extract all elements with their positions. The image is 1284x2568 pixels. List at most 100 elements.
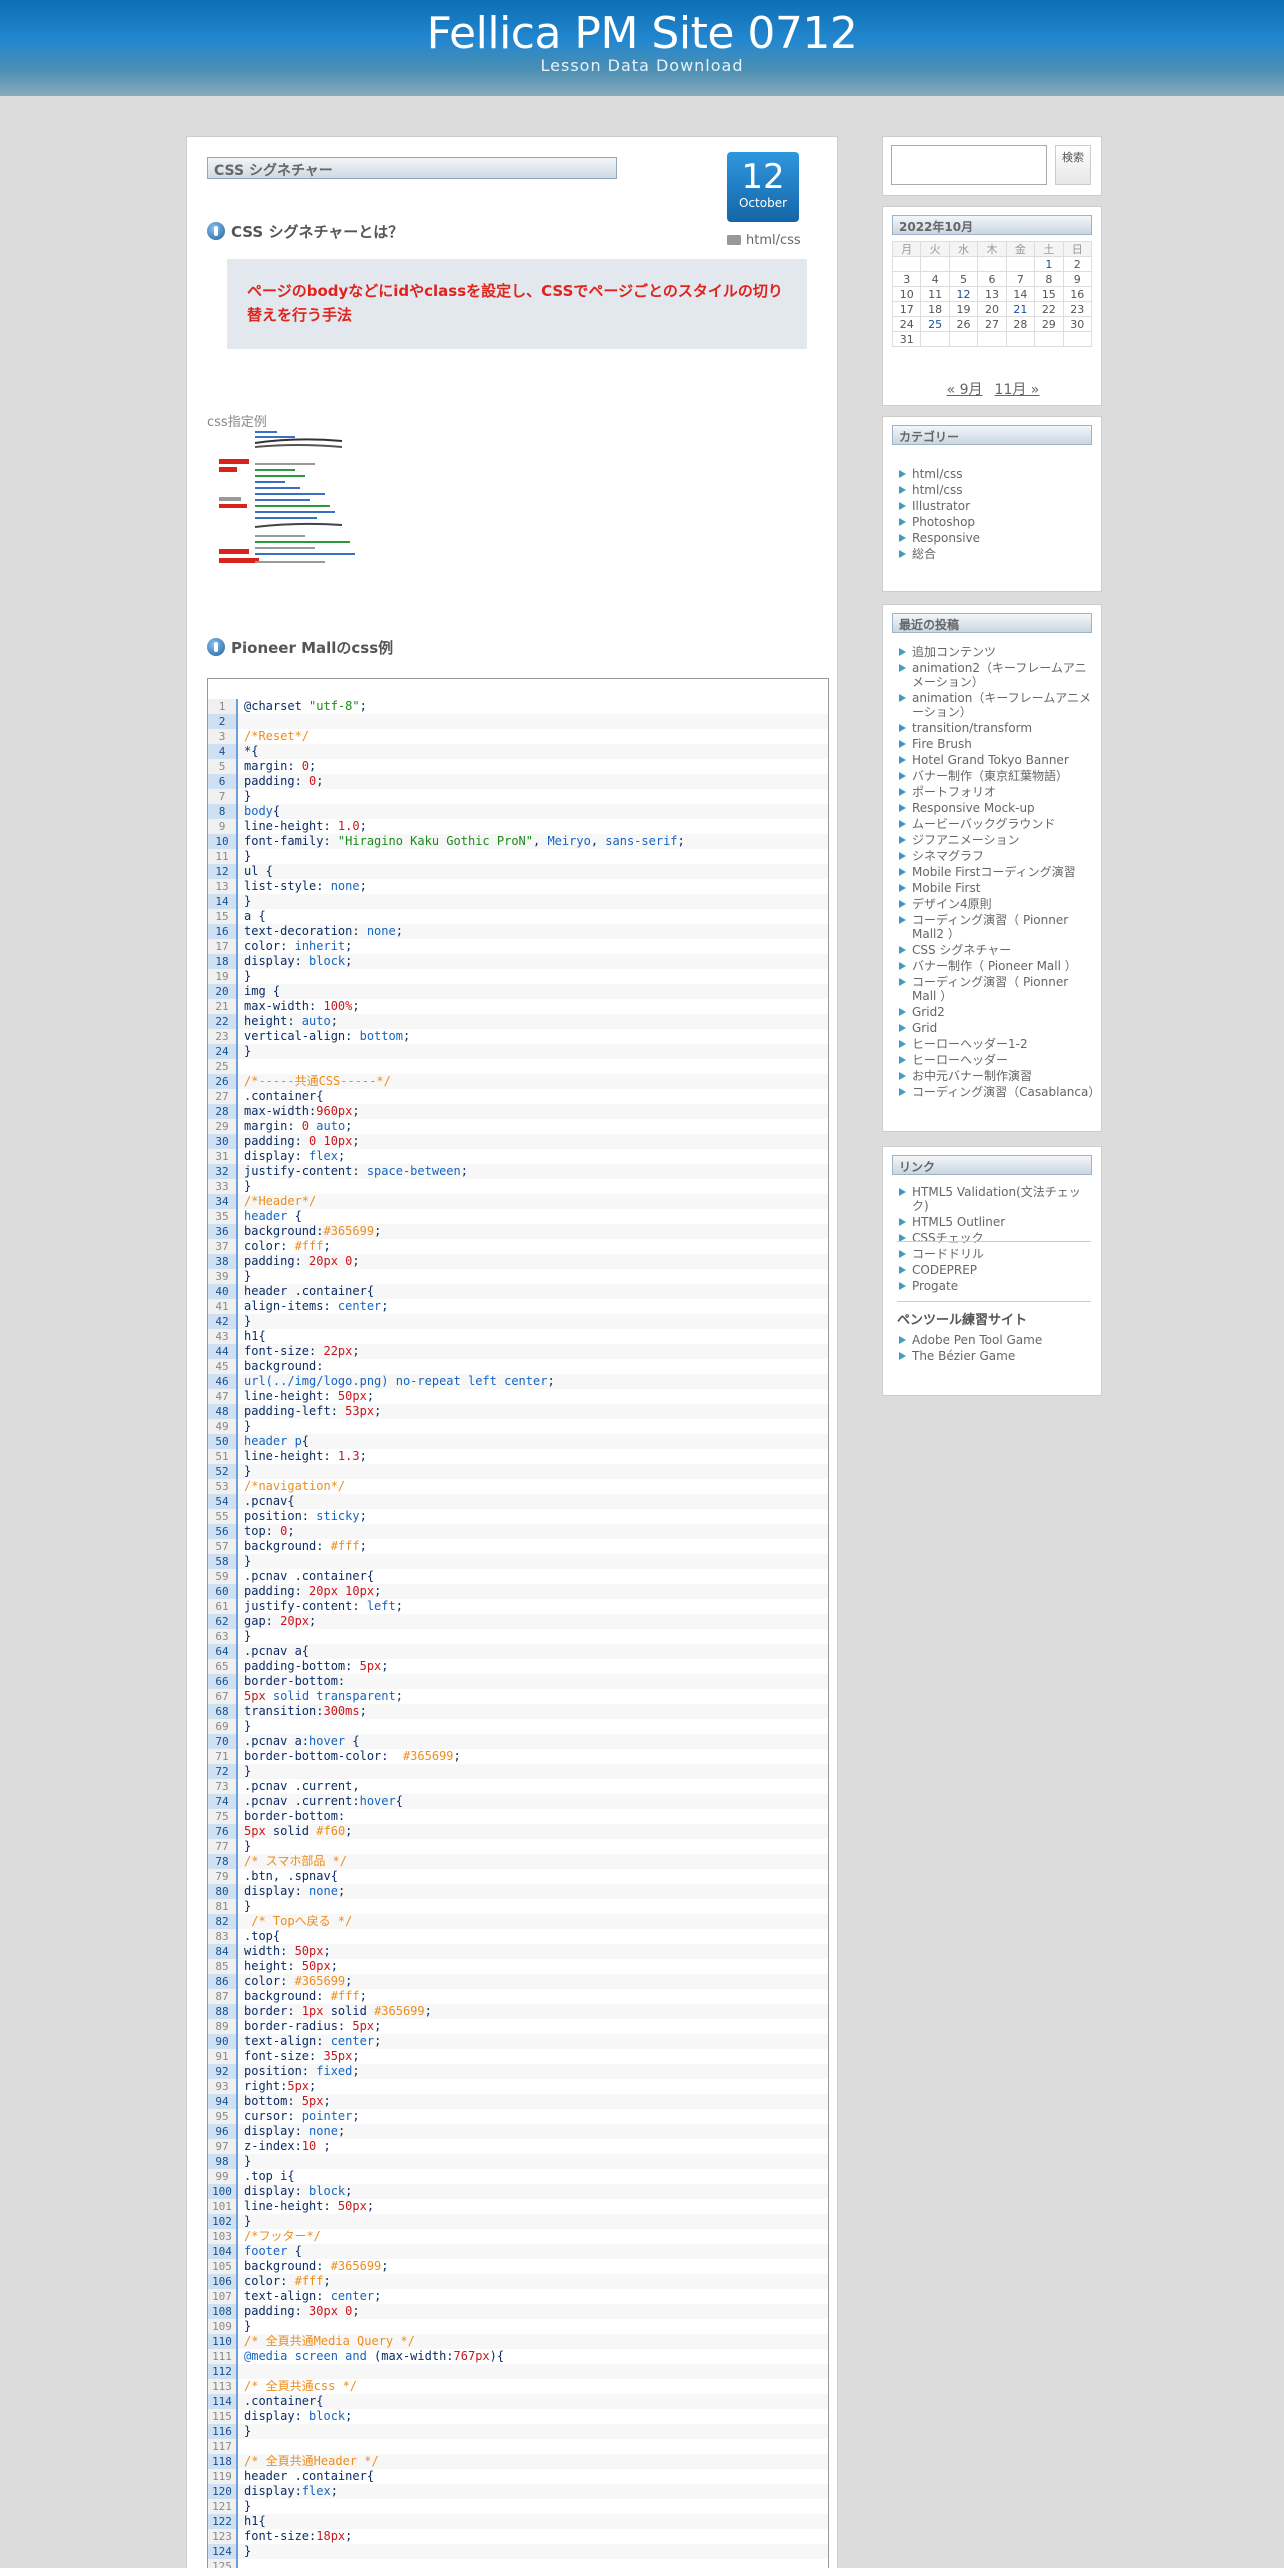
code-token: } xyxy=(244,1464,252,1478)
external-link[interactable]: CODEPREP xyxy=(899,1263,1095,1277)
code-line: display:flex; xyxy=(238,2484,828,2499)
recent-post-link[interactable]: ポートフォリオ xyxy=(899,785,1095,799)
recent-post-link[interactable]: Grid2 xyxy=(899,1005,1095,1019)
code-line: footer { xyxy=(238,2244,828,2259)
external-link[interactable]: コードドリル xyxy=(899,1247,1095,1261)
external-link[interactable]: Adobe Pen Tool Game xyxy=(899,1333,1095,1347)
code-block[interactable]: 1 2 3 4 5 6 7 8 9 10 11 12 13 14 15 16 17 18 19 20 21 22 23 24 2… xyxy=(207,678,829,2568)
line-number: 108 xyxy=(208,2304,238,2319)
category-link[interactable]: 総合 xyxy=(899,547,1095,561)
recent-posts-widget: 最近の投稿 追加コンテンツ animation2（キーフレームアニメーション） an… xyxy=(882,604,1102,1132)
calendar-day[interactable]: 1 xyxy=(1034,256,1064,272)
recent-post-link[interactable]: Fire Brush xyxy=(899,737,1095,751)
line-number: 16 xyxy=(208,924,238,939)
calendar-table: 月火水木金土日 1 2 3 4 5 6 7 8 9 10 11 12 13 14 15 16 17 18 19 20 2… xyxy=(891,241,1093,347)
calendar-day[interactable]: 21 xyxy=(1005,301,1036,317)
recent-post-link[interactable]: コーディング演習（Casablanca） xyxy=(899,1085,1100,1099)
post-category-link[interactable]: html/css xyxy=(727,233,801,248)
recent-post-link[interactable]: Hotel Grand Tokyo Banner xyxy=(899,753,1095,767)
code-token: height: xyxy=(244,1959,302,1973)
code-token: background: xyxy=(244,2259,331,2273)
line-number: 57 xyxy=(208,1539,238,1554)
code-token: } xyxy=(244,2154,252,2168)
line-number: 113 xyxy=(208,2379,238,2394)
code-token: bottom: xyxy=(244,2094,302,2108)
recent-post-link[interactable]: デザイン4原則 xyxy=(899,897,1095,911)
code-token: .container{ xyxy=(244,2394,324,2408)
code-token: pointer xyxy=(301,2109,353,2123)
code-line: h1{ xyxy=(238,1329,828,1344)
recent-post-link[interactable]: ヒーローヘッダー xyxy=(899,1053,1095,1067)
code-token: color: xyxy=(244,2274,295,2288)
code-line: position: sticky; xyxy=(238,1509,828,1524)
recent-post-link[interactable]: animation（キーフレームアニメーション） xyxy=(899,691,1095,719)
code-line: text-align: center; xyxy=(238,2034,828,2049)
external-link[interactable]: Progate xyxy=(899,1279,1095,1293)
calendar-day[interactable]: 25 xyxy=(920,316,950,332)
recent-post-link[interactable]: お中元バナー制作演習 xyxy=(899,1069,1095,1083)
category-link[interactable]: Responsive xyxy=(899,531,1095,545)
recent-post-link[interactable]: コーディング演習（ Pionner Mall2 ） xyxy=(899,913,1095,941)
external-link[interactable]: The Bézier Game xyxy=(899,1349,1095,1363)
recent-post-link[interactable]: transition/transform xyxy=(899,721,1095,735)
recent-post-link[interactable]: CSS シグネチャー xyxy=(899,943,1095,957)
recent-post-link[interactable]: Mobile Firstコーディング演習 xyxy=(899,865,1095,879)
recent-post-link[interactable]: シネマグラフ xyxy=(899,849,1095,863)
code-token: font-family: xyxy=(244,834,338,848)
recent-post-link[interactable]: ジフアニメーション xyxy=(899,833,1095,847)
code-token: ; xyxy=(381,1299,389,1313)
recent-post-link[interactable]: animation2（キーフレームアニメーション） xyxy=(899,661,1095,689)
recent-post-link[interactable]: ムービーバックグラウンド xyxy=(899,817,1095,831)
category-link[interactable]: Illustrator xyxy=(899,499,1095,513)
category-link[interactable]: html/css xyxy=(899,483,1095,497)
code-line: color: #fff; xyxy=(238,2274,828,2289)
calendar-empty xyxy=(891,256,922,272)
search-button[interactable]: 検索 xyxy=(1055,145,1091,185)
code-line: color: #fff; xyxy=(238,1239,828,1254)
code-token: ; xyxy=(359,699,367,713)
code-token: 50px xyxy=(337,1389,367,1403)
code-token: ; xyxy=(352,2109,360,2123)
code-token: .pcnav .container{ xyxy=(244,1569,375,1583)
recent-post-link[interactable]: ヒーローヘッダー1-2 xyxy=(899,1037,1095,1051)
recent-post-link[interactable]: 追加コンテンツ xyxy=(899,645,1095,659)
code-line: line-height: 1.0; xyxy=(238,819,828,834)
calendar-prev-link[interactable]: « 9月 xyxy=(947,382,983,398)
code-token: flex xyxy=(309,1149,338,1163)
recent-post-link[interactable]: Grid xyxy=(899,1021,1095,1035)
code-line: max-width: 100%; xyxy=(238,999,828,1014)
code-line: color: inherit; xyxy=(238,939,828,954)
code-token: ; xyxy=(345,1974,353,1988)
external-link[interactable]: CSSチェック xyxy=(899,1231,1095,1245)
recent-post-link[interactable]: Mobile First xyxy=(899,881,1095,895)
code-token: ){ xyxy=(489,2349,505,2363)
links-list-1: HTML5 Validation(文法チェック) HTML5 Outliner CS… xyxy=(899,1185,1095,1247)
recent-post-link[interactable]: コーディング演習（ Pionner Mall ） xyxy=(899,975,1095,1003)
category-link[interactable]: html/css xyxy=(899,467,1095,481)
code-token: ; xyxy=(309,759,317,773)
code-line: } xyxy=(238,1044,828,1059)
category-link[interactable]: Photoshop xyxy=(899,515,1095,529)
code-line: border: 1px solid #365699; xyxy=(238,2004,828,2019)
code-token: ; xyxy=(352,1104,360,1118)
external-link[interactable]: HTML5 Outliner xyxy=(899,1215,1095,1229)
recent-post-link[interactable]: バナー制作（東京紅葉物語） xyxy=(899,769,1095,783)
css-example-thumbnail[interactable] xyxy=(207,427,367,587)
calendar-day: 31 xyxy=(891,331,922,347)
code-line: /* 全頁共通Media Query */ xyxy=(238,2334,828,2349)
code-line: .container{ xyxy=(238,2394,828,2409)
code-line: bottom: 5px; xyxy=(238,2094,828,2109)
line-number: 29 xyxy=(208,1119,238,1134)
external-link[interactable]: HTML5 Validation(文法チェック) xyxy=(899,1185,1095,1213)
code-token: ; xyxy=(352,2049,360,2063)
calendar-day: 8 xyxy=(1034,271,1064,287)
site-title[interactable]: Fellica PM Site 0712 xyxy=(0,8,1284,59)
search-input[interactable] xyxy=(891,145,1047,185)
line-number: 26 xyxy=(208,1074,238,1089)
code-line: font-size: 22px; xyxy=(238,1344,828,1359)
recent-post-link[interactable]: Responsive Mock-up xyxy=(899,801,1095,815)
calendar-day[interactable]: 12 xyxy=(948,286,979,302)
recent-post-link[interactable]: バナー制作（ Pioneer Mall ） xyxy=(899,959,1095,973)
calendar-next-link[interactable]: 11月 » xyxy=(995,382,1040,398)
